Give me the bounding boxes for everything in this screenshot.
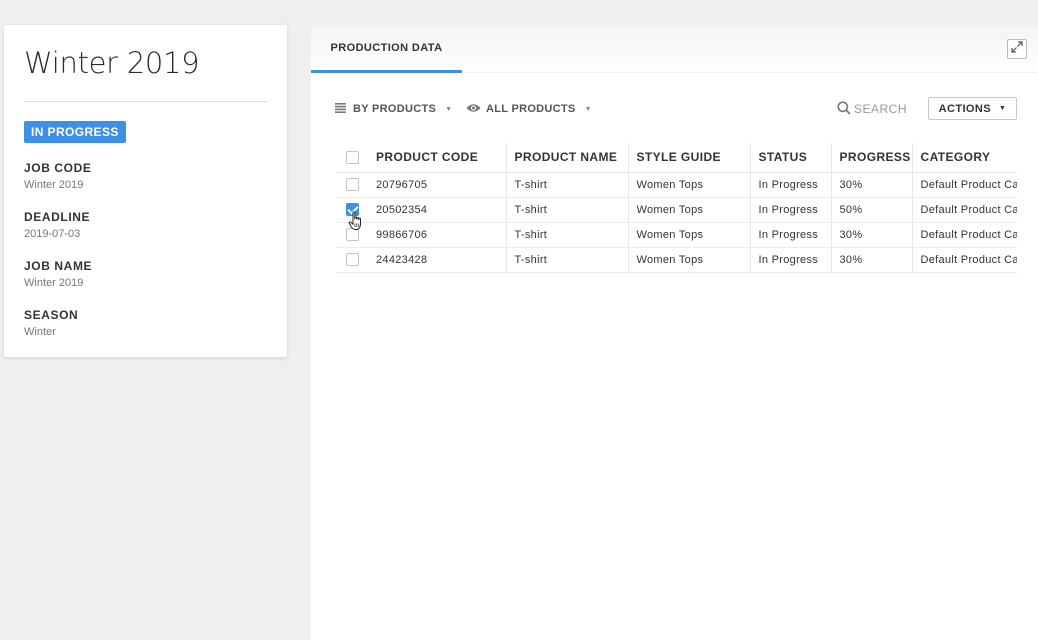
status-badge: IN PROGRESS	[24, 121, 126, 143]
cell-category: Default Product Category	[911, 197, 1017, 223]
cell-category: Default Product Category	[911, 172, 1017, 198]
search-label: SEARCH	[854, 102, 908, 116]
field-value: Winter 2019	[24, 179, 84, 191]
group-by-label: BY PRODUCTS	[353, 103, 437, 115]
table-row[interactable]: 20796705 T-shirt Women Tops In Progress 30% D…	[336, 172, 1017, 198]
group-by-dropdown[interactable]: BY PRODUCTS ▼	[335, 97, 452, 121]
cell-product-code: 20796705	[368, 172, 506, 198]
table-header-row: PRODUCT CODE PRODUCT NAME STYLE GUIDE ST…	[336, 143, 1017, 173]
row-checkbox-cell	[336, 172, 368, 198]
hand-cursor-icon	[348, 211, 364, 231]
products-table-container: PRODUCT CODE PRODUCT NAME STYLE GUIDE ST…	[336, 143, 1017, 273]
cell-style-guide: Women Tops	[627, 172, 750, 198]
eye-icon	[466, 103, 481, 116]
column-header-product-name[interactable]: PRODUCT NAME	[505, 143, 628, 173]
column-header-progress[interactable]: PROGRESS	[830, 143, 912, 173]
cell-progress: 30%	[830, 247, 912, 273]
cell-status: In Progress	[749, 172, 831, 198]
cell-product-code: 99866706	[368, 222, 506, 248]
filter-label: ALL PRODUCTS	[486, 103, 576, 115]
expand-icon	[1011, 40, 1023, 58]
field-value: 2019-07-03	[24, 228, 81, 240]
cell-category: Default Product Category	[911, 222, 1017, 248]
table-row[interactable]: 20502354 T-shirt Women Tops In Progress 50% D…	[336, 197, 1017, 223]
job-title: Winter 2019	[24, 46, 200, 80]
job-details-card: Winter 2019 IN PROGRESS JOB CODE Winter …	[4, 25, 287, 357]
production-panel: PRODUCTION DATA BY PRODUCTS ▼ ALL PRODUC…	[311, 25, 1038, 640]
table-row[interactable]: 24423428 T-shirt Women Tops In Progress 30% D…	[336, 247, 1017, 273]
select-all-cell	[336, 143, 368, 173]
cell-product-name: T-shirt	[505, 247, 628, 273]
cell-status: In Progress	[749, 222, 831, 248]
actions-label: ACTIONS	[938, 102, 991, 115]
cell-product-name: T-shirt	[505, 222, 628, 248]
cell-progress: 30%	[830, 222, 912, 248]
tab-production-data[interactable]: PRODUCTION DATA	[311, 25, 462, 73]
field-season: SEASON Winter	[24, 308, 267, 339]
products-table: PRODUCT CODE PRODUCT NAME STYLE GUIDE ST…	[336, 143, 1017, 273]
field-deadline: DEADLINE 2019-07-03	[24, 210, 267, 241]
field-label: SEASON	[24, 308, 79, 322]
table-body: 20796705 T-shirt Women Tops In Progress 30% D…	[336, 172, 1017, 273]
search-button[interactable]: SEARCH	[837, 97, 907, 121]
field-label: DEADLINE	[24, 210, 91, 224]
row-checkbox[interactable]	[345, 178, 359, 191]
column-header-status[interactable]: STATUS	[749, 143, 831, 173]
field-value: Winter	[24, 326, 56, 338]
list-icon	[335, 102, 346, 116]
column-header-category[interactable]: CATEGORY	[911, 143, 1017, 173]
cell-status: In Progress	[749, 197, 831, 223]
cell-category: Default Product Category	[911, 247, 1017, 273]
cell-progress: 50%	[830, 197, 912, 223]
field-job-name: JOB NAME Winter 2019	[24, 259, 267, 290]
cell-product-code: 24423428	[368, 247, 506, 273]
row-checkbox[interactable]	[345, 253, 359, 266]
cell-style-guide: Women Tops	[627, 247, 750, 273]
select-all-checkbox[interactable]	[345, 151, 359, 165]
field-label: JOB NAME	[24, 259, 93, 273]
field-value: Winter 2019	[24, 277, 84, 289]
cell-style-guide: Women Tops	[627, 197, 750, 223]
toolbar: BY PRODUCTS ▼ ALL PRODUCTS ▼ SEARCH ACTI…	[311, 97, 1038, 121]
tab-bar: PRODUCTION DATA	[311, 25, 1038, 73]
column-header-style-guide[interactable]: STYLE GUIDE	[627, 143, 750, 173]
cell-progress: 30%	[830, 172, 912, 198]
filter-dropdown[interactable]: ALL PRODUCTS ▼	[466, 97, 592, 121]
actions-button[interactable]: ACTIONS ▼	[928, 97, 1017, 120]
cell-product-code: 20502354	[368, 197, 506, 223]
chevron-down-icon: ▼	[584, 105, 592, 113]
cell-product-name: T-shirt	[505, 197, 628, 223]
search-icon	[837, 100, 851, 118]
row-checkbox-cell	[336, 247, 368, 273]
table-row[interactable]: 99866706 T-shirt Women Tops In Progress 30% D…	[336, 222, 1017, 248]
cell-status: In Progress	[749, 247, 831, 273]
field-job-code: JOB CODE Winter 2019	[24, 161, 267, 192]
cell-style-guide: Women Tops	[627, 222, 750, 248]
chevron-down-icon: ▼	[998, 105, 1007, 112]
divider	[24, 101, 267, 102]
cell-product-name: T-shirt	[505, 172, 628, 198]
expand-button[interactable]	[1007, 39, 1027, 59]
chevron-down-icon: ▼	[445, 105, 453, 113]
field-label: JOB CODE	[24, 161, 92, 175]
column-header-product-code[interactable]: PRODUCT CODE	[368, 143, 506, 173]
